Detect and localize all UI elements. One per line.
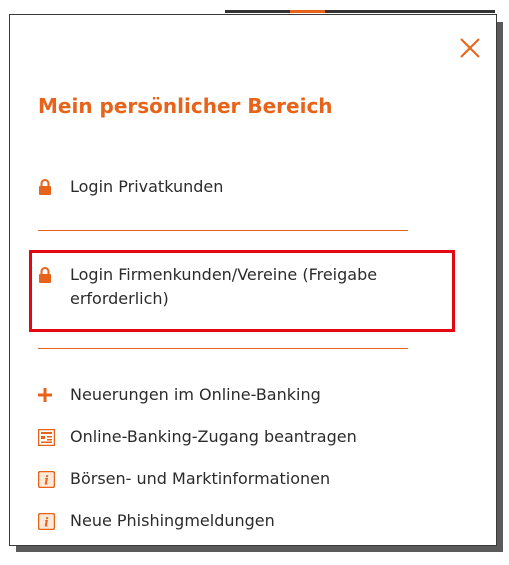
top-dark-bar [225, 10, 495, 13]
online-banking-news-label: Neuerungen im Online-Banking [70, 385, 321, 404]
divider [38, 348, 408, 349]
panel-title: Mein persönlicher Bereich [38, 94, 333, 118]
online-banking-news-link[interactable]: Neuerungen im Online-Banking [38, 383, 321, 407]
svg-text:i: i [44, 515, 49, 529]
lock-icon [38, 263, 56, 287]
panel-shadow-right [497, 22, 503, 552]
phishing-alerts-link[interactable]: i Neue Phishingmeldungen [38, 509, 275, 533]
top-orange-bar [290, 10, 325, 13]
close-icon [460, 38, 480, 58]
info-icon: i [38, 467, 56, 491]
market-information-label: Börsen- und Marktinformationen [70, 469, 331, 488]
info-icon: i [38, 509, 56, 533]
login-business-customers-label: Login Firmenkunden/Vereine (Freigabe erf… [70, 265, 378, 308]
login-private-customers-link[interactable]: Login Privatkunden [38, 175, 223, 199]
login-business-customers-link[interactable]: Login Firmenkunden/Vereine (Freigabe erf… [38, 263, 450, 311]
svg-text:i: i [44, 473, 49, 487]
phishing-alerts-label: Neue Phishingmeldungen [70, 511, 275, 530]
close-button[interactable] [454, 32, 486, 64]
plus-icon [38, 383, 56, 407]
request-online-banking-access-link[interactable]: Online-Banking-Zugang beantragen [38, 425, 357, 449]
panel-shadow-bottom [16, 546, 503, 552]
login-private-customers-label: Login Privatkunden [70, 177, 224, 196]
request-online-banking-access-label: Online-Banking-Zugang beantragen [70, 427, 357, 446]
market-information-link[interactable]: i Börsen- und Marktinformationen [38, 467, 330, 491]
form-icon [38, 425, 56, 449]
lock-icon [38, 175, 56, 199]
divider [38, 230, 408, 231]
